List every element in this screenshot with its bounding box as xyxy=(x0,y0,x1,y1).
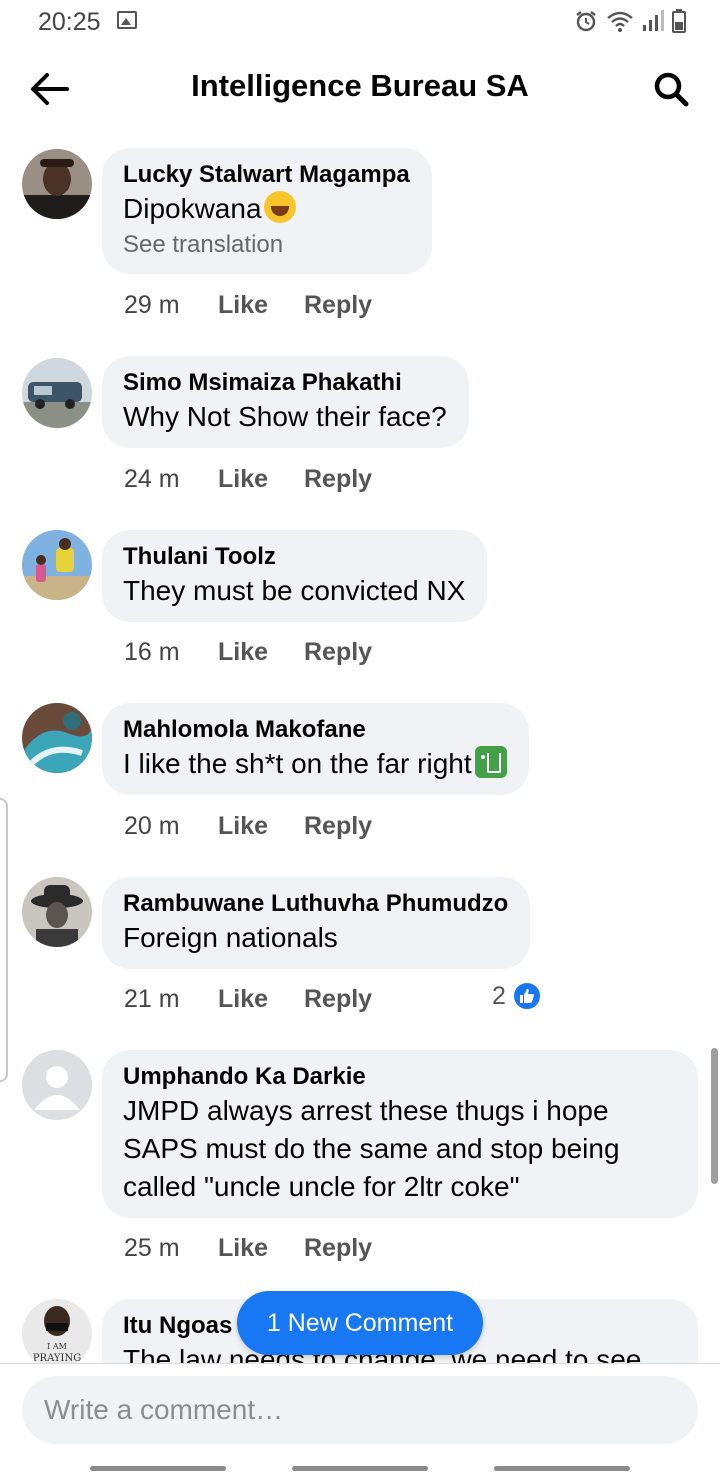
comment-time: 25 m xyxy=(124,1233,180,1262)
like-button[interactable]: Like xyxy=(218,812,304,841)
like-button[interactable]: Like xyxy=(218,1234,304,1263)
search-button[interactable] xyxy=(648,66,694,112)
avatar-photo xyxy=(22,703,92,773)
avatar[interactable] xyxy=(22,877,92,947)
comment-input[interactable] xyxy=(22,1376,698,1444)
thumbs-up-icon xyxy=(511,981,542,1011)
comment-bubble[interactable]: Simo Msimaiza Phakathi Why Not Show thei… xyxy=(102,356,469,448)
nav-home-button[interactable] xyxy=(292,1466,428,1471)
comment-bubble[interactable]: Lucky Stalwart Magampa Dipokwana See tra… xyxy=(102,148,432,274)
nav-recents-button[interactable] xyxy=(90,1466,226,1471)
reply-button[interactable]: Reply xyxy=(304,985,372,1014)
comment-bubble[interactable]: Rambuwane Luthuvha Phumudzo Foreign nati… xyxy=(102,877,531,969)
reply-button[interactable]: Reply xyxy=(304,638,372,667)
reaction-summary[interactable]: 2 xyxy=(492,978,542,1014)
comment-actions: 20 m Like Reply xyxy=(124,808,372,844)
comment-author[interactable]: Umphando Ka Darkie xyxy=(123,1062,676,1092)
avatar-photo: I AM PRAYING xyxy=(22,1299,92,1369)
comment-author[interactable]: Lucky Stalwart Magampa xyxy=(123,160,410,190)
scrollbar[interactable] xyxy=(711,1048,718,1184)
comment-time: 20 m xyxy=(124,811,180,840)
page-title: Intelligence Bureau SA xyxy=(191,68,529,103)
comment-composer xyxy=(0,1363,720,1480)
comment-actions: 29 m Like Reply xyxy=(124,287,372,323)
avatar[interactable] xyxy=(22,530,92,600)
comment-bubble[interactable]: Umphando Ka Darkie JMPD always arrest th… xyxy=(102,1050,698,1218)
avatar[interactable]: I AM PRAYING xyxy=(22,1299,92,1369)
reply-button[interactable]: Reply xyxy=(304,465,372,494)
svg-text:I AM: I AM xyxy=(47,1342,67,1351)
reply-button[interactable]: Reply xyxy=(304,291,372,320)
comment-author[interactable]: Thulani Toolz xyxy=(123,542,465,572)
like-button[interactable]: Like xyxy=(218,638,304,667)
signal-icon xyxy=(643,10,664,31)
comment-bubble[interactable]: Thulani Toolz They must be convicted NX xyxy=(102,530,488,622)
comment-actions: 21 m Like Reply xyxy=(124,981,372,1017)
avatar[interactable] xyxy=(22,149,92,219)
wifi-icon xyxy=(607,11,633,32)
comment-actions: 24 m Like Reply xyxy=(124,461,372,497)
comment-author[interactable]: Simo Msimaiza Phakathi xyxy=(123,368,447,398)
avatar[interactable] xyxy=(22,1050,92,1120)
comment-text: Why Not Show their face? xyxy=(123,401,447,432)
comment-actions: 16 m Like Reply xyxy=(124,634,372,670)
app-bar: Intelligence Bureau SA xyxy=(0,44,720,134)
comment-time: 24 m xyxy=(124,464,180,493)
comment-text: I like the sh*t on the far right xyxy=(123,745,507,783)
comment-text: Foreign nationals xyxy=(123,922,338,953)
like-button[interactable]: Like xyxy=(218,985,304,1014)
alarm-icon xyxy=(576,11,596,32)
reaction-count: 2 xyxy=(492,981,506,1010)
comment-time: 21 m xyxy=(124,984,180,1013)
gallery-notification-icon xyxy=(117,11,137,29)
comment-time: 16 m xyxy=(124,637,180,666)
comment-author[interactable]: Mahlomola Makofane xyxy=(123,715,507,745)
comment-time: 29 m xyxy=(124,290,180,319)
edge-panel-handle[interactable] xyxy=(0,798,8,1082)
see-translation-link[interactable]: See translation xyxy=(123,228,410,262)
comment-actions: 25 m Like Reply xyxy=(124,1230,372,1266)
like-button[interactable]: Like xyxy=(218,291,304,320)
avatar[interactable] xyxy=(22,358,92,428)
laughing-emoji-icon xyxy=(263,191,296,223)
comment-text-line: SAPS must do the same and stop being xyxy=(123,1133,620,1164)
reply-button[interactable]: Reply xyxy=(304,812,372,841)
avatar[interactable] xyxy=(22,703,92,773)
battery-icon xyxy=(672,9,686,33)
like-button[interactable]: Like xyxy=(218,465,304,494)
avatar-photo xyxy=(22,358,92,428)
avatar-photo xyxy=(22,530,92,600)
search-icon xyxy=(654,72,689,107)
default-avatar-icon xyxy=(22,1050,92,1120)
litter-in-bin-emoji-icon xyxy=(474,746,507,778)
reply-button[interactable]: Reply xyxy=(304,1234,372,1263)
status-time: 20:25 xyxy=(38,8,101,36)
status-icons xyxy=(574,8,686,34)
status-bar: 20:25 xyxy=(0,0,720,44)
nav-back-button[interactable] xyxy=(494,1466,630,1471)
comment-text: They must be convicted NX xyxy=(123,575,466,606)
avatar-photo xyxy=(22,149,92,219)
comment-bubble[interactable]: Mahlomola Makofane I like the sh*t on th… xyxy=(102,703,529,795)
new-comment-button[interactable]: 1 New Comment xyxy=(237,1291,483,1355)
comment-text: Dipokwana xyxy=(123,190,410,228)
avatar-photo xyxy=(22,877,92,947)
comment-text-line: JMPD always arrest these thugs i hope xyxy=(123,1095,609,1126)
comment-author[interactable]: Rambuwane Luthuvha Phumudzo xyxy=(123,889,508,919)
comment-text-line: called "uncle uncle for 2ltr coke" xyxy=(123,1171,520,1202)
